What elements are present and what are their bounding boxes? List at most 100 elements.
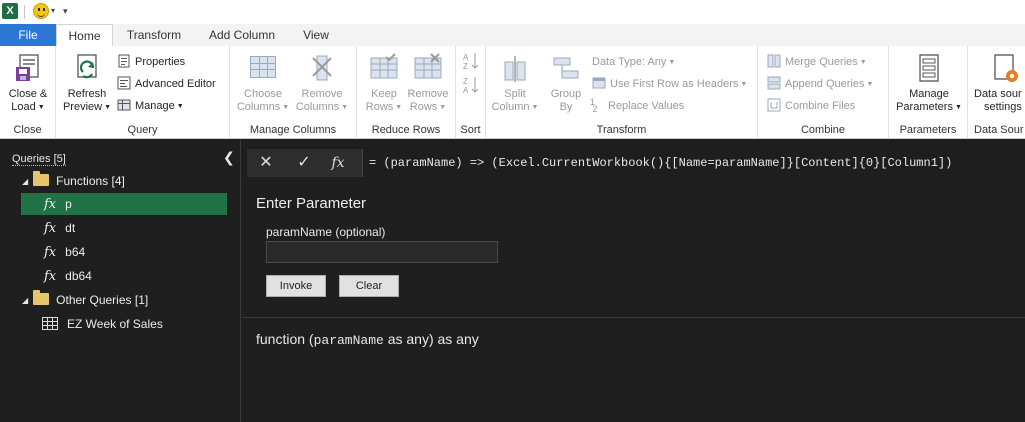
query-item-p[interactable]: fx p (21, 193, 227, 215)
folder-functions[interactable]: ◢ Functions [4] (22, 170, 125, 192)
folder-other-queries[interactable]: ◢ Other Queries [1] (22, 289, 148, 311)
chevron-down-icon: ▼ (740, 81, 748, 88)
use-first-row-as-headers-button[interactable]: Use First Row as Headers ▼ (592, 74, 747, 94)
invoke-button[interactable]: Invoke (266, 275, 326, 297)
chevron-down-icon: ▼ (37, 104, 45, 111)
manage-button[interactable]: Manage ▼ (117, 96, 184, 116)
chevron-down-icon: ▼ (439, 104, 447, 111)
data-type-dropdown[interactable]: Data Type: Any ▼ (592, 52, 675, 72)
group-by-button[interactable]: Group By (544, 52, 588, 114)
group-label-parameters: Parameters (899, 124, 957, 136)
merge-queries-button[interactable]: Merge Queries ▼ (767, 52, 867, 72)
group-manage-columns: Choose Columns ▼ Remove Columns ▼ Manage C… (230, 46, 357, 138)
tab-home[interactable]: Home (56, 24, 113, 47)
manage-icon (117, 98, 131, 112)
function-icon: fx (44, 245, 57, 260)
group-by-icon (550, 52, 582, 84)
first-row-headers-icon (592, 76, 606, 90)
formula-bar: ✕ ✓ fx = (paramName) => (Excel.CurrentWo… (247, 149, 1025, 177)
group-sort: AZ ZA Sort (456, 46, 486, 138)
data-source-settings-button[interactable]: Data sour settings (974, 52, 1025, 114)
query-item-b64[interactable]: fx b64 (44, 241, 85, 263)
function-invoke-panel: Enter Parameter paramName (optional) Inv… (242, 182, 1025, 422)
refresh-icon (71, 52, 103, 84)
properties-button[interactable]: Properties (117, 52, 185, 72)
manage-parameters-label: Manage (909, 88, 949, 100)
queries-header[interactable]: Queries [5] (12, 153, 66, 166)
combine-files-button[interactable]: Combine Files (767, 96, 855, 116)
formula-input[interactable]: = (paramName) => (Excel.CurrentWorkbook(… (362, 149, 1025, 177)
group-label-sort: Sort (460, 124, 481, 136)
query-item-db64[interactable]: fx db64 (44, 265, 92, 287)
keep-rows-button[interactable]: Keep Rows ▼ (362, 52, 406, 114)
group-close: Close & Load ▼ Close (0, 46, 56, 138)
expanded-triangle-icon[interactable]: ◢ (22, 290, 28, 312)
split-column-button[interactable]: Split Column ▼ (490, 52, 540, 114)
tab-file[interactable]: File (0, 24, 56, 46)
group-label-transform: Transform (596, 124, 647, 136)
refresh-label-2: Preview (62, 101, 103, 113)
advanced-editor-button[interactable]: Advanced Editor (117, 74, 216, 94)
collapse-pane-icon[interactable]: ❮ (223, 149, 235, 166)
chevron-down-icon: ▼ (668, 59, 676, 66)
folder-label: Other Queries [1] (56, 293, 149, 307)
signature-suffix: as any) as any (383, 331, 479, 347)
close-load-icon (12, 52, 44, 84)
svg-text:A: A (463, 53, 469, 62)
refresh-preview-button[interactable]: Refresh Preview ▼ (62, 52, 112, 114)
manage-parameters-label-2: Parameters (896, 101, 953, 113)
close-and-load-button[interactable]: Close & Load ▼ (6, 52, 50, 114)
query-item-dt[interactable]: fx dt (44, 217, 75, 239)
chevron-down-icon: ▼ (954, 104, 962, 111)
group-transform: Split Column ▼ Group By Data Type: Any ▼ U… (486, 46, 758, 138)
split-column-label: Split (504, 88, 526, 100)
append-queries-icon (767, 76, 781, 90)
tab-view[interactable]: View (293, 24, 339, 46)
manage-parameters-button[interactable]: Manage Parameters ▼ (893, 52, 965, 114)
check-icon[interactable]: ✓ (293, 152, 315, 174)
first-row-label: Use First Row as Headers (610, 78, 739, 90)
expanded-triangle-icon[interactable]: ◢ (22, 171, 28, 193)
remove-columns-button[interactable]: Remove Columns ▼ (293, 52, 351, 114)
data-source-label-2: settings (984, 101, 1022, 113)
smiley-feedback-icon[interactable] (33, 3, 49, 19)
choose-columns-button[interactable]: Choose Columns ▼ (234, 52, 292, 114)
insert-function-icon[interactable]: fx (327, 152, 349, 174)
choose-columns-label-2: Columns (236, 101, 281, 113)
sort-ascending-button[interactable]: AZ (463, 51, 479, 71)
query-item-ez-week-of-sales[interactable]: EZ Week of Sales (42, 313, 163, 335)
replace-values-button[interactable]: 1 2 Replace Values (590, 96, 684, 116)
ribbon: Close & Load ▼ Close Refresh Preview ▼ Pro… (0, 46, 1025, 139)
append-queries-button[interactable]: Append Queries ▼ (767, 74, 873, 94)
chevron-down-icon[interactable]: ▾ (51, 6, 55, 15)
function-icon: fx (44, 221, 57, 236)
sort-descending-button[interactable]: ZA (463, 75, 479, 95)
keep-rows-label-2: Rows (365, 101, 394, 113)
table-icon (42, 317, 58, 330)
param-name-input[interactable] (266, 241, 498, 263)
data-source-label: Data sour (974, 88, 1022, 100)
keep-rows-label: Keep (371, 88, 397, 100)
tab-add-column[interactable]: Add Column (200, 24, 284, 46)
append-queries-label: Append Queries (785, 78, 865, 90)
queries-pane: Queries [5] ❮ ◢ Functions [4] fx p fx dt fx… (0, 140, 241, 422)
cancel-icon[interactable]: ✕ (255, 152, 277, 174)
folder-label: Functions [4] (56, 174, 125, 188)
properties-label: Properties (135, 56, 186, 68)
query-label: dt (65, 221, 76, 235)
tab-transform[interactable]: Transform (118, 24, 190, 46)
choose-columns-label: Choose (244, 88, 282, 100)
group-label-query: Query (127, 124, 158, 136)
group-label-reduce-rows: Reduce Rows (371, 124, 441, 136)
remove-rows-icon (412, 52, 444, 84)
chevron-down-icon: ▼ (395, 104, 403, 111)
clear-button[interactable]: Clear (339, 275, 399, 297)
advanced-editor-label: Advanced Editor (135, 78, 216, 90)
excel-logo-icon: X (2, 3, 18, 19)
customize-quick-access-button[interactable]: ▾ (63, 6, 68, 17)
group-data-source: Data sour settings Data Sour (968, 46, 1025, 138)
ribbon-tabs: File Home Transform Add Column View (0, 24, 1025, 47)
remove-rows-button[interactable]: Remove Rows ▼ (405, 52, 451, 114)
chevron-down-icon: ▼ (104, 104, 112, 111)
manage-label: Manage (135, 100, 175, 112)
